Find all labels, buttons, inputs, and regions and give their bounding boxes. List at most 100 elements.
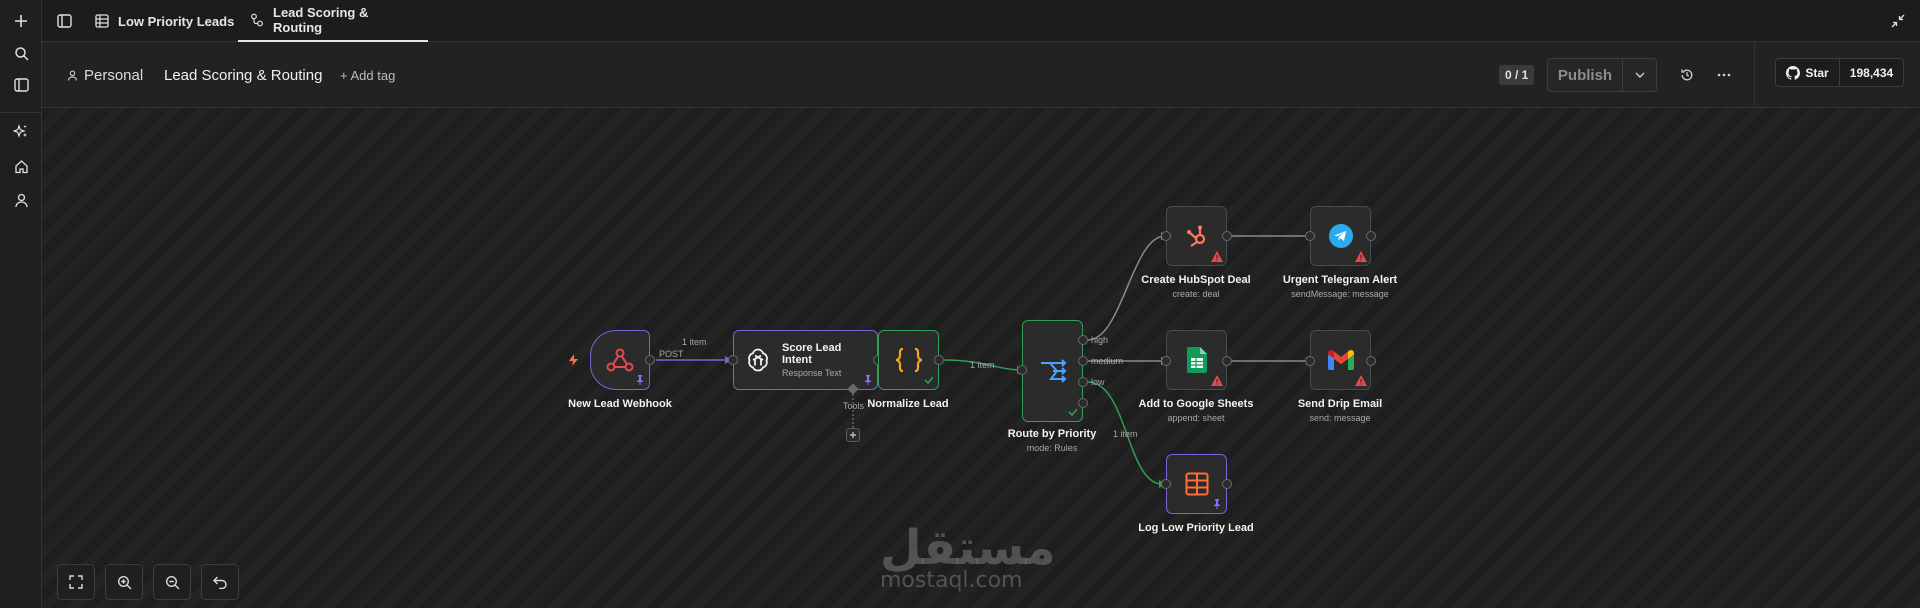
table-icon — [1185, 472, 1208, 496]
connection-route-hubspot — [1087, 235, 1166, 341]
output-port[interactable] — [934, 355, 944, 365]
output-port-fallback[interactable] — [1078, 398, 1088, 408]
node-score-lead-intent[interactable]: Score Lead Intent Response Text — [733, 330, 878, 390]
output-port-high[interactable] — [1078, 335, 1088, 345]
watermark-latin: mostaql.com — [880, 568, 1023, 593]
input-port[interactable] — [1017, 365, 1027, 375]
webhook-icon — [606, 348, 634, 372]
undo-button[interactable] — [201, 564, 239, 600]
edge-label-items: 1 item — [970, 360, 995, 370]
project-breadcrumb[interactable]: Personal — [67, 42, 143, 108]
github-star-button[interactable]: Star — [1776, 59, 1840, 86]
project-name: Personal — [84, 66, 144, 84]
publish-group: Publish — [1547, 58, 1657, 92]
pin-icon — [637, 375, 643, 385]
more-icon[interactable] — [1713, 64, 1735, 86]
output-port[interactable] — [645, 355, 655, 365]
pin-icon — [1214, 499, 1220, 509]
gmail-icon — [1327, 350, 1354, 370]
node-title: Score Lead Intent — [782, 342, 842, 366]
tab-label: Low Priority Leads — [118, 13, 235, 29]
node-log-low-priority-lead[interactable] — [1166, 454, 1227, 514]
github-star-group[interactable]: Star 198,434 — [1775, 58, 1904, 87]
zoom-out-button[interactable] — [153, 564, 191, 600]
table-icon — [95, 14, 109, 28]
search-icon[interactable] — [9, 41, 33, 65]
output-port[interactable] — [1366, 231, 1376, 241]
telegram-icon — [1328, 224, 1353, 248]
add-icon[interactable] — [9, 9, 33, 33]
node-subtitle: send: message — [1309, 413, 1371, 423]
warning-icon — [1211, 251, 1223, 262]
openai-icon — [748, 348, 768, 372]
input-port[interactable] — [1305, 356, 1315, 366]
node-send-drip-email[interactable] — [1310, 330, 1371, 390]
plus-icon — [850, 432, 856, 438]
node-label: Log Low Priority Lead — [1138, 522, 1254, 534]
node-create-hubspot-deal[interactable] — [1166, 206, 1227, 266]
edge-label-items: 1 item — [682, 337, 707, 347]
google-sheets-icon — [1186, 347, 1207, 373]
hubspot-icon — [1186, 225, 1205, 247]
zoom-in-button[interactable] — [105, 564, 143, 600]
node-subtitle: Response Text — [782, 368, 842, 378]
trigger-bolt-icon — [569, 353, 578, 371]
fit-view-icon — [69, 575, 83, 589]
edge-label-tools: Tools — [843, 401, 865, 411]
code-braces-icon — [895, 347, 922, 373]
workflow-title[interactable]: Lead Scoring & Routing — [164, 42, 322, 108]
node-add-to-google-sheets[interactable] — [1166, 330, 1227, 390]
node-label: New Lead Webhook — [568, 398, 672, 410]
tab-bar: Low Priority Leads Lead Scoring & Routin… — [42, 0, 1920, 42]
publish-button[interactable]: Publish — [1548, 59, 1623, 91]
node-new-lead-webhook[interactable] — [590, 330, 650, 390]
check-icon — [1068, 408, 1078, 417]
add-tool-button[interactable] — [846, 428, 860, 442]
panel-icon[interactable] — [9, 73, 33, 97]
node-label: Normalize Lead — [867, 398, 949, 410]
zoom-out-icon — [165, 575, 179, 589]
node-label: Route by Priority — [1007, 428, 1097, 440]
pin-icon — [865, 375, 871, 385]
tab-low-priority-leads[interactable]: Low Priority Leads — [83, 0, 246, 42]
user-icon[interactable] — [9, 188, 33, 212]
node-route-by-priority[interactable] — [1022, 320, 1083, 422]
input-port[interactable] — [1161, 231, 1171, 241]
input-port[interactable] — [1161, 479, 1171, 489]
collapse-icon[interactable] — [1886, 9, 1910, 33]
node-subtitle: mode: Rules — [1026, 443, 1078, 453]
home-icon[interactable] — [9, 154, 33, 178]
header-divider — [1754, 42, 1755, 108]
history-icon[interactable] — [1676, 64, 1698, 86]
check-icon — [924, 376, 934, 385]
node-urgent-telegram-alert[interactable] — [1310, 206, 1371, 266]
edge-label-high: high — [1091, 335, 1109, 345]
node-label: Urgent Telegram Alert — [1282, 274, 1398, 286]
input-port[interactable] — [728, 355, 738, 365]
output-port-medium[interactable] — [1078, 356, 1088, 366]
output-port[interactable] — [1222, 356, 1232, 366]
output-port[interactable] — [1222, 231, 1232, 241]
add-tag-button[interactable]: + Add tag — [340, 42, 395, 108]
node-subtitle: append: sheet — [1167, 413, 1225, 423]
version-badge: 0 / 1 — [1499, 65, 1535, 85]
fit-view-button[interactable] — [57, 564, 95, 600]
sidebar-toggle-icon[interactable] — [52, 9, 76, 33]
chevron-down-icon[interactable] — [1623, 59, 1656, 91]
node-label: Send Drip Email — [1297, 398, 1383, 410]
node-subtitle: sendMessage: message — [1291, 289, 1389, 299]
user-icon — [67, 70, 78, 81]
output-port[interactable] — [1366, 356, 1376, 366]
output-port-low[interactable] — [1078, 377, 1088, 387]
tab-lead-scoring-routing[interactable]: Lead Scoring & Routing — [238, 0, 428, 42]
node-label: Add to Google Sheets — [1138, 398, 1254, 410]
warning-icon — [1355, 251, 1367, 262]
github-star-count: 198,434 — [1849, 65, 1894, 80]
output-port[interactable] — [1222, 479, 1232, 489]
input-port[interactable] — [1305, 231, 1315, 241]
node-normalize-lead[interactable] — [878, 330, 939, 390]
input-port[interactable] — [1161, 356, 1171, 366]
sparkles-icon[interactable] — [9, 120, 33, 144]
github-icon — [1786, 65, 1801, 80]
tab-label: Lead Scoring & Routing — [273, 5, 369, 35]
